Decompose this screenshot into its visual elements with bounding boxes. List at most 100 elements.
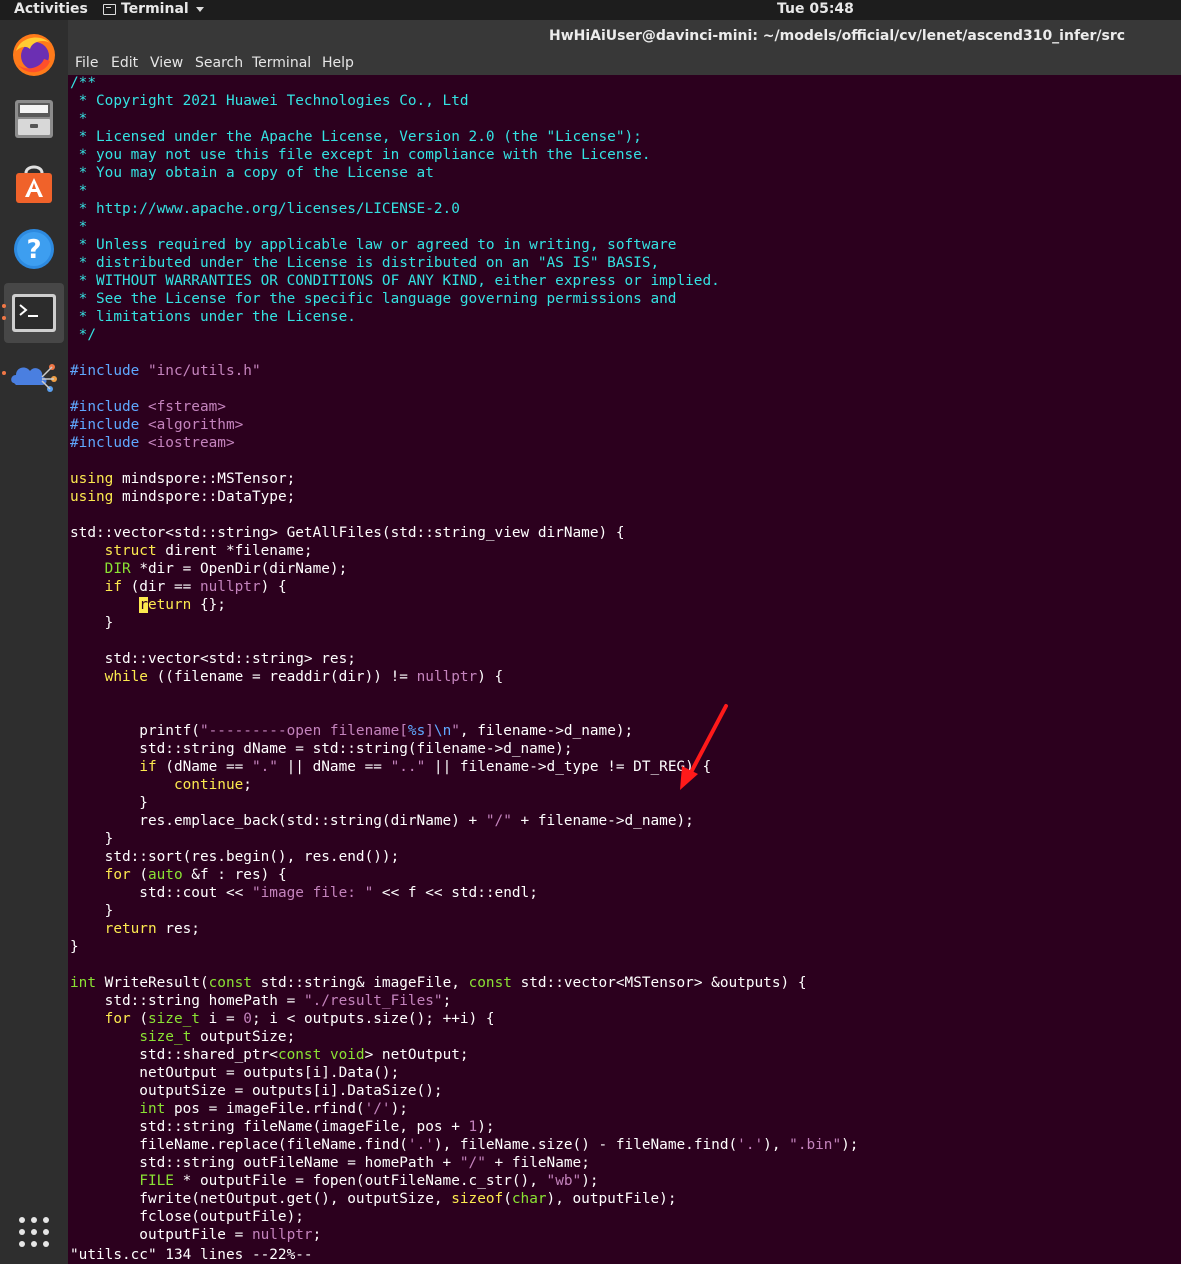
code-token: * bbox=[70, 219, 88, 235]
code-token: %s bbox=[407, 723, 426, 739]
menu-search[interactable]: Search bbox=[195, 55, 243, 71]
code-token: for bbox=[104, 1011, 131, 1027]
code-token: << f << std::endl; bbox=[373, 885, 538, 901]
menu-help[interactable]: Help bbox=[322, 55, 354, 71]
code-token: &f : res) { bbox=[182, 867, 287, 883]
code-line: #include <fstream> bbox=[70, 398, 226, 416]
code-line: * Copyright 2021 Huawei Technologies Co.… bbox=[70, 92, 469, 110]
dock-item-software[interactable] bbox=[4, 154, 64, 214]
app-menu[interactable]: Terminal bbox=[103, 1, 204, 17]
code-line: std::vector<std::string> res; bbox=[70, 650, 356, 668]
code-token: "inc/utils.h" bbox=[147, 363, 261, 379]
menu-view[interactable]: View bbox=[150, 55, 183, 71]
code-line: /** bbox=[70, 75, 96, 92]
dock-item-terminal[interactable] bbox=[4, 283, 64, 343]
code-token: + fileName; bbox=[485, 1155, 590, 1171]
running-indicator bbox=[2, 371, 6, 375]
code-line: res.emplace_back(std::string(dirName) + … bbox=[70, 812, 694, 830]
code-token: printf( bbox=[70, 723, 200, 739]
code-token: const bbox=[468, 975, 512, 991]
code-token: ) { bbox=[260, 579, 287, 595]
code-line: fwrite(netOutput.get(), outputSize, size… bbox=[70, 1190, 676, 1208]
code-token: sizeof bbox=[451, 1191, 504, 1207]
vim-editor[interactable]: /** * Copyright 2021 Huawei Technologies… bbox=[68, 75, 1181, 1264]
code-line: FILE * outputFile = fopen(outFileName.c_… bbox=[70, 1172, 598, 1190]
menu-terminal[interactable]: Terminal bbox=[252, 55, 311, 71]
code-line: return res; bbox=[70, 920, 200, 938]
code-line: fileName.replace(fileName.find('.'), fil… bbox=[70, 1136, 858, 1154]
code-token: const bbox=[208, 975, 252, 991]
code-token: if bbox=[104, 579, 122, 595]
code-token: ; i < outputs.size(); ++i) { bbox=[251, 1011, 495, 1027]
code-token: WriteResult( bbox=[96, 975, 209, 991]
app-menu-label: Terminal bbox=[121, 1, 189, 17]
code-token: ; bbox=[243, 777, 252, 793]
code-token: int bbox=[70, 975, 96, 991]
code-line: } bbox=[70, 830, 114, 848]
code-token: ), fileName.size() - fileName.find( bbox=[433, 1137, 738, 1153]
code-token: (dir == bbox=[121, 579, 200, 595]
code-token: ( bbox=[130, 1011, 148, 1027]
code-token: "wb" bbox=[546, 1173, 582, 1189]
code-token: std::shared_ptr< bbox=[70, 1047, 278, 1063]
code-token: auto bbox=[147, 867, 183, 883]
code-token: #include bbox=[70, 363, 148, 379]
code-token: * Copyright 2021 Huawei Technologies Co.… bbox=[70, 93, 469, 109]
code-token: dirent *filename; bbox=[156, 543, 313, 559]
code-token: * Unless required by applicable law or a… bbox=[70, 237, 677, 253]
dock-item-firefox[interactable] bbox=[4, 25, 64, 85]
code-token: * See the License for the specific langu… bbox=[70, 291, 677, 307]
code-token: nullptr bbox=[199, 579, 261, 595]
code-line: } bbox=[70, 794, 148, 812]
code-token: \n bbox=[433, 723, 452, 739]
menu-file[interactable]: File bbox=[75, 55, 98, 71]
code-token: "/" bbox=[485, 813, 512, 829]
window-titlebar[interactable]: HwHiAiUser@davinci-mini: ~/models/offici… bbox=[68, 20, 1181, 52]
software-icon bbox=[16, 165, 52, 203]
code-line: std::string dName = std::string(filename… bbox=[70, 740, 572, 758]
dock-item-app[interactable] bbox=[4, 347, 64, 407]
code-token: fileName.replace(fileName.find( bbox=[70, 1137, 408, 1153]
code-token: const bbox=[277, 1047, 322, 1063]
code-token: using bbox=[70, 489, 114, 505]
window-title: HwHiAiUser@davinci-mini: ~/models/offici… bbox=[549, 28, 1126, 44]
code-line: outputSize = outputs[i].DataSize(); bbox=[70, 1082, 442, 1100]
dock-item-files[interactable] bbox=[4, 89, 64, 149]
code-token: struct bbox=[104, 543, 157, 559]
code-token: std::sort(res.begin(), res.end()); bbox=[70, 849, 400, 865]
code-token: " bbox=[451, 723, 460, 739]
status-line: "utils.cc" 134 lines --22%-- bbox=[70, 1247, 313, 1263]
show-apps-icon bbox=[19, 1217, 49, 1247]
code-token: ; bbox=[442, 993, 452, 1009]
code-token: * Licensed under the Apache License, Ver… bbox=[70, 129, 642, 145]
code-token: DIR bbox=[104, 561, 131, 577]
running-indicator bbox=[2, 316, 6, 320]
code-token: (dName == bbox=[156, 759, 252, 775]
code-token: ), bbox=[763, 1137, 790, 1153]
code-token: i = bbox=[199, 1011, 244, 1027]
activities-button[interactable]: Activities bbox=[14, 1, 88, 17]
show-apps-button[interactable] bbox=[4, 1202, 64, 1262]
code-token: ); bbox=[841, 1137, 859, 1153]
code-line: } bbox=[70, 902, 114, 920]
code-token: ); bbox=[477, 1119, 495, 1135]
code-token: + filename->d_name); bbox=[511, 813, 694, 829]
code-token: size_t bbox=[147, 1011, 200, 1027]
dock-item-help[interactable]: ? bbox=[4, 219, 64, 279]
code-token: 1 bbox=[468, 1119, 478, 1135]
code-line: #include "inc/utils.h" bbox=[70, 362, 261, 380]
code-token: * You may obtain a copy of the License a… bbox=[70, 165, 434, 181]
menu-edit[interactable]: Edit bbox=[111, 55, 138, 71]
code-line: } bbox=[70, 938, 79, 956]
clock[interactable]: Tue 05:48 bbox=[777, 1, 854, 17]
code-token: outputSize; bbox=[191, 1029, 296, 1045]
